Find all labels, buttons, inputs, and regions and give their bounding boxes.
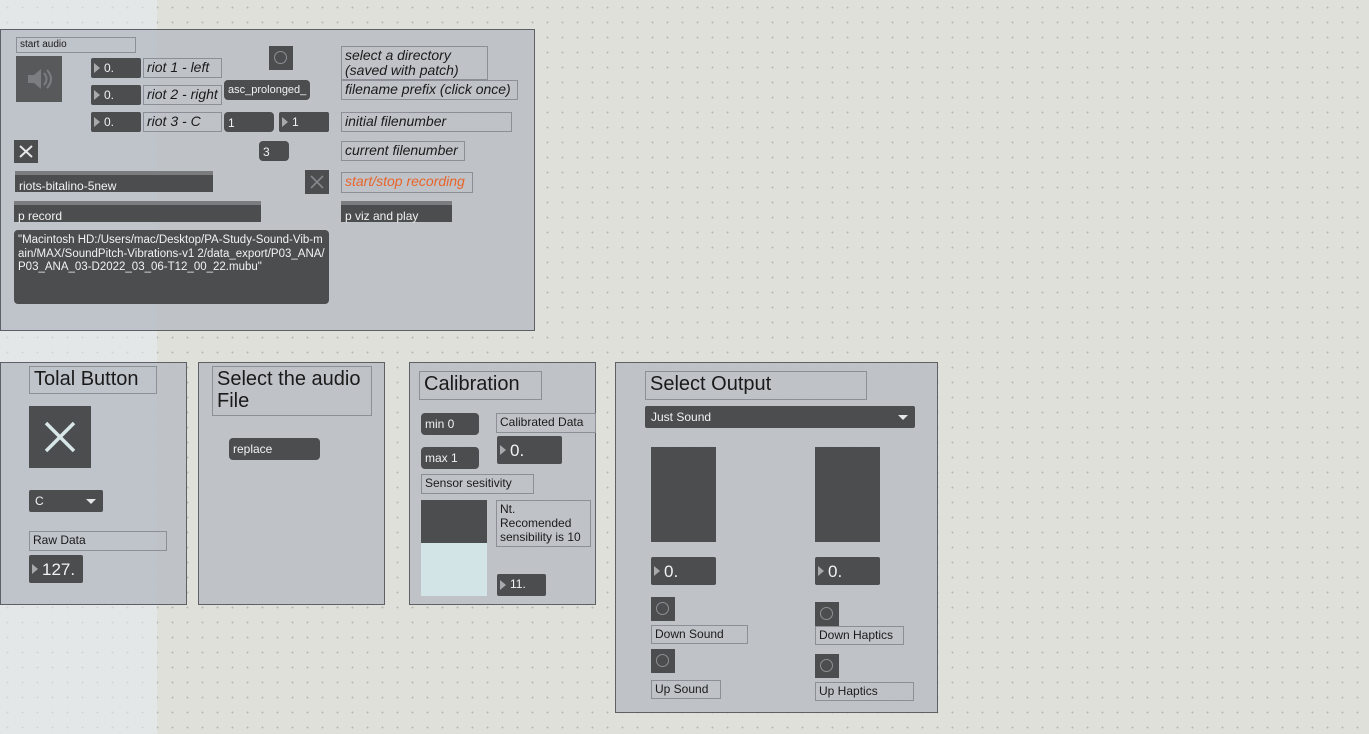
speaker-icon bbox=[28, 69, 52, 89]
up-sound-label: Up Sound bbox=[651, 680, 721, 699]
sensitivity-number[interactable]: 11. bbox=[497, 574, 546, 596]
select-directory-comment: select a directory (saved with patch) bbox=[341, 46, 488, 80]
close-toggle[interactable] bbox=[14, 140, 38, 163]
raw-data-label: Raw Data bbox=[29, 531, 167, 551]
initial-filenumber-comment: initial filenumber bbox=[341, 112, 512, 132]
up-sound-button[interactable] bbox=[651, 649, 675, 673]
up-haptics-button[interactable] bbox=[815, 654, 839, 678]
riot3-label: riot 3 - C bbox=[143, 112, 222, 132]
viz-and-play-object[interactable]: p viz and play bbox=[341, 201, 452, 223]
filenumber-number[interactable]: 1 bbox=[279, 112, 329, 132]
filename-prefix-message[interactable]: asc_prolonged_ bbox=[224, 80, 310, 100]
down-sound-label: Down Sound bbox=[651, 625, 748, 644]
record-toggle-icon bbox=[310, 175, 324, 189]
close-icon-large bbox=[44, 421, 76, 453]
calibrated-data-number[interactable]: 0. bbox=[497, 436, 562, 464]
chevron-down-icon bbox=[86, 499, 96, 504]
riot1-number[interactable]: 0. bbox=[91, 58, 141, 78]
riots-bitalino-object[interactable]: riots-bitalino-5new bbox=[15, 171, 213, 193]
replace-message[interactable]: replace bbox=[229, 438, 320, 460]
sound-meter[interactable] bbox=[651, 447, 716, 542]
total-toggle[interactable] bbox=[29, 406, 91, 468]
sensor-sensitivity-label: Sensor sesitivity bbox=[421, 474, 534, 494]
riot2-label: riot 2 - right bbox=[143, 85, 222, 105]
riot3-number[interactable]: 0. bbox=[91, 112, 141, 132]
start-audio-label: start audio bbox=[16, 37, 136, 53]
haptics-meter[interactable] bbox=[815, 447, 880, 542]
output-title: Select Output bbox=[645, 371, 867, 400]
select-directory-button[interactable] bbox=[269, 46, 293, 70]
filenumber-message[interactable]: 1 bbox=[224, 112, 274, 132]
start-stop-recording-comment: start/stop recording bbox=[341, 172, 473, 193]
record-object[interactable]: p record bbox=[14, 201, 261, 223]
speaker-toggle[interactable] bbox=[16, 56, 62, 102]
sensitivity-slider-fill bbox=[421, 543, 487, 596]
up-haptics-label: Up Haptics bbox=[815, 682, 914, 701]
haptics-number[interactable]: 0. bbox=[815, 557, 880, 585]
filepath-message[interactable]: "Macintosh HD:/Users/mac/Desktop/PA-Stud… bbox=[14, 230, 329, 304]
down-haptics-label: Down Haptics bbox=[815, 626, 904, 645]
total-umenu[interactable]: C bbox=[29, 490, 103, 512]
current-filenumber-comment: current filenumber bbox=[341, 141, 465, 161]
calibrated-data-label: Calibrated Data bbox=[496, 413, 596, 433]
output-umenu-value: Just Sound bbox=[651, 410, 712, 424]
sound-number[interactable]: 0. bbox=[651, 557, 716, 585]
output-umenu[interactable]: Just Sound bbox=[645, 406, 915, 428]
filename-prefix-comment: filename prefix (click once) bbox=[341, 80, 518, 100]
min-message[interactable]: min 0 bbox=[421, 413, 479, 435]
chevron-down-icon bbox=[898, 415, 908, 420]
riot2-number[interactable]: 0. bbox=[91, 85, 141, 105]
raw-data-number[interactable]: 127. bbox=[29, 555, 83, 583]
recommended-sensitivity-note: Nt. Recomended sensibility is 10 bbox=[496, 500, 591, 547]
audio-file-title: Select the audio File bbox=[212, 366, 372, 416]
max-message[interactable]: max 1 bbox=[421, 447, 479, 469]
calibration-title: Calibration bbox=[419, 371, 542, 400]
close-icon bbox=[19, 145, 33, 158]
current-filenumber-message[interactable]: 3 bbox=[259, 141, 289, 161]
riot1-label: riot 1 - left bbox=[143, 58, 222, 78]
total-umenu-value: C bbox=[35, 494, 44, 508]
total-button-title: Tolal Button bbox=[29, 366, 157, 394]
down-haptics-button[interactable] bbox=[815, 602, 839, 626]
record-toggle[interactable] bbox=[305, 170, 329, 194]
down-sound-button[interactable] bbox=[651, 597, 675, 621]
sensitivity-slider[interactable] bbox=[421, 500, 487, 596]
